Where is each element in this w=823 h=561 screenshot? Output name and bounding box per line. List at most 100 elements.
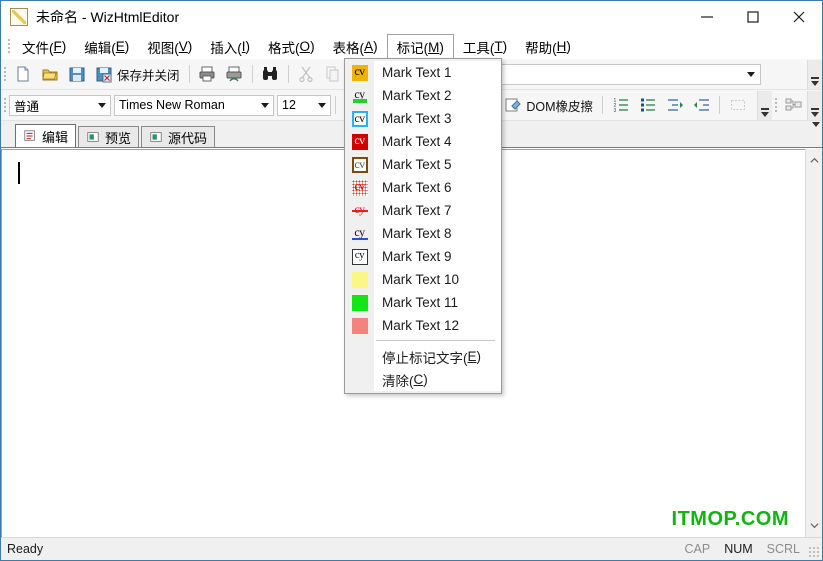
note-pencil-icon bbox=[10, 8, 28, 26]
mark-text-10-icon-cell bbox=[345, 268, 374, 291]
menu-mark[interactable]: 标记(M) bbox=[386, 34, 454, 60]
save-button[interactable] bbox=[64, 62, 89, 86]
dom-eraser-button[interactable] bbox=[500, 93, 525, 117]
chevron-down-icon[interactable] bbox=[743, 65, 760, 84]
menu-item-mark-text-3[interactable]: cv Mark Text 3 bbox=[345, 107, 501, 130]
open-document-button[interactable] bbox=[37, 62, 62, 86]
status-message: Ready bbox=[7, 542, 44, 556]
mark-text-4-icon-cell: cv bbox=[345, 130, 374, 153]
menu-separator-line bbox=[374, 337, 501, 345]
toolbar-extra-overflow[interactable] bbox=[807, 90, 822, 120]
menu-separator-gutter bbox=[345, 337, 374, 345]
toolbar-standard-grip[interactable] bbox=[1, 66, 9, 82]
menu-item-mark-text-8[interactable]: cy Mark Text 8 bbox=[345, 222, 501, 245]
toolbar-formatting-grip[interactable] bbox=[1, 97, 9, 113]
binoculars-icon bbox=[263, 67, 278, 80]
toolbar-separator bbox=[251, 65, 253, 83]
bullet-list-icon bbox=[640, 98, 655, 112]
toolbar-separator bbox=[602, 96, 603, 114]
toolbar-extra-grip[interactable] bbox=[772, 97, 780, 113]
scroll-down-arrow-icon[interactable] bbox=[806, 517, 823, 534]
print-preview-button[interactable] bbox=[222, 62, 247, 86]
toolbar-formatting-overflow[interactable] bbox=[757, 90, 772, 120]
titlebar: 未命名 - WizHtmlEditor bbox=[1, 1, 822, 34]
mark-text-12-label: Mark Text 12 bbox=[374, 314, 501, 337]
maximize-button[interactable] bbox=[730, 1, 776, 33]
tabstrip-overflow[interactable] bbox=[812, 122, 820, 145]
stop-marking-text: 停止标记文字( bbox=[382, 350, 468, 366]
menu-file[interactable]: 文件(F) bbox=[13, 34, 75, 59]
edit-doc-icon bbox=[24, 130, 35, 141]
menu-view-tail: ) bbox=[187, 39, 193, 54]
menu-insert-tail: ) bbox=[245, 39, 251, 54]
chevron-down-icon[interactable] bbox=[313, 96, 330, 115]
mark-text-4-icon: cv bbox=[351, 133, 368, 150]
menu-item-mark-text-12[interactable]: Mark Text 12 bbox=[345, 314, 501, 337]
mark-5-glyph: cv bbox=[354, 156, 365, 171]
save-and-close-button[interactable] bbox=[91, 62, 116, 86]
mark-text-7-icon-cell: cy bbox=[345, 199, 374, 222]
menu-insert[interactable]: 插入(I) bbox=[201, 34, 259, 59]
menu-item-mark-text-7[interactable]: cy Mark Text 7 bbox=[345, 199, 501, 222]
font-size-combobox[interactable]: 12 bbox=[277, 94, 331, 116]
decrease-indent-button[interactable] bbox=[689, 93, 714, 117]
menu-item-mark-text-2[interactable]: cy Mark Text 2 bbox=[345, 84, 501, 107]
menu-tools[interactable]: 工具(T) bbox=[454, 34, 516, 59]
mark-text-3-icon: cv bbox=[351, 110, 368, 127]
cut-button[interactable] bbox=[294, 62, 319, 86]
printer-icon bbox=[199, 66, 215, 82]
menu-mark-label: 标记( bbox=[396, 41, 429, 56]
resize-grip[interactable] bbox=[808, 546, 820, 558]
menu-item-mark-text-4[interactable]: cv Mark Text 4 bbox=[345, 130, 501, 153]
menubar: 文件(F) 编辑(E) 视图(V) 插入(I) 格式(O) 表格(A) 标记(M… bbox=[1, 34, 822, 60]
dom-tree-button[interactable] bbox=[781, 93, 806, 117]
maximize-icon bbox=[747, 11, 759, 23]
copy-button[interactable] bbox=[321, 62, 346, 86]
menu-item-mark-text-1[interactable]: cv Mark Text 1 bbox=[345, 61, 501, 84]
mark-text-6-icon-cell: cv bbox=[345, 176, 374, 199]
tab-edit[interactable]: 编辑 bbox=[15, 124, 77, 147]
menu-table[interactable]: 表格(A) bbox=[324, 34, 387, 59]
menu-item-mark-text-9[interactable]: cy Mark Text 9 bbox=[345, 245, 501, 268]
print-button[interactable] bbox=[195, 62, 220, 86]
menu-format[interactable]: 格式(O) bbox=[259, 34, 324, 59]
menu-view[interactable]: 视图(V) bbox=[138, 34, 201, 59]
status-indicators: CAP NUM SCRL bbox=[684, 542, 816, 556]
tab-preview[interactable]: 预览 bbox=[78, 126, 140, 147]
editor-vertical-scrollbar[interactable] bbox=[805, 149, 822, 537]
dom-eraser-icon bbox=[505, 98, 521, 112]
font-family-combobox[interactable]: Times New Roman bbox=[114, 94, 274, 116]
minimize-button[interactable] bbox=[684, 1, 730, 33]
increase-indent-button[interactable] bbox=[662, 93, 687, 117]
stop-marking-icon-cell bbox=[345, 345, 374, 368]
menu-item-clear[interactable]: 清除(C) bbox=[345, 368, 501, 391]
chevron-down-icon[interactable] bbox=[256, 96, 273, 115]
menu-item-mark-text-11[interactable]: Mark Text 11 bbox=[345, 291, 501, 314]
menubar-grip[interactable] bbox=[5, 34, 13, 59]
tab-source[interactable]: 源代码 bbox=[141, 126, 216, 147]
numbered-list-button[interactable]: 123 bbox=[608, 93, 633, 117]
menu-format-accel: O bbox=[299, 39, 311, 54]
menu-item-stop-marking[interactable]: 停止标记文字(E) bbox=[345, 345, 501, 368]
borders-button[interactable] bbox=[725, 93, 750, 117]
bullet-list-button[interactable] bbox=[635, 93, 660, 117]
close-button[interactable] bbox=[776, 1, 822, 33]
stop-marking-label: 停止标记文字(E) bbox=[374, 345, 501, 368]
menu-format-tail: ) bbox=[310, 39, 315, 54]
menu-item-mark-text-5[interactable]: cv Mark Text 5 bbox=[345, 153, 501, 176]
mark-7-glyph: cy bbox=[354, 202, 365, 216]
tab-edit-label: 编辑 bbox=[42, 129, 69, 145]
scroll-up-arrow-icon[interactable] bbox=[806, 152, 823, 169]
menu-item-mark-text-6[interactable]: cv Mark Text 6 bbox=[345, 176, 501, 199]
toolbar-standard-overflow[interactable] bbox=[807, 59, 822, 89]
menu-item-mark-text-10[interactable]: Mark Text 10 bbox=[345, 268, 501, 291]
new-document-button[interactable] bbox=[10, 62, 35, 86]
menu-edit-tail: ) bbox=[124, 39, 130, 54]
paragraph-style-combobox[interactable]: 普通 bbox=[9, 94, 111, 116]
find-button[interactable] bbox=[258, 62, 283, 86]
menu-edit[interactable]: 编辑(E) bbox=[75, 34, 138, 59]
chevron-down-icon[interactable] bbox=[93, 96, 110, 115]
mark-text-9-icon-cell: cy bbox=[345, 245, 374, 268]
menu-help[interactable]: 帮助(H) bbox=[516, 34, 580, 59]
print-preview-icon bbox=[226, 66, 242, 82]
